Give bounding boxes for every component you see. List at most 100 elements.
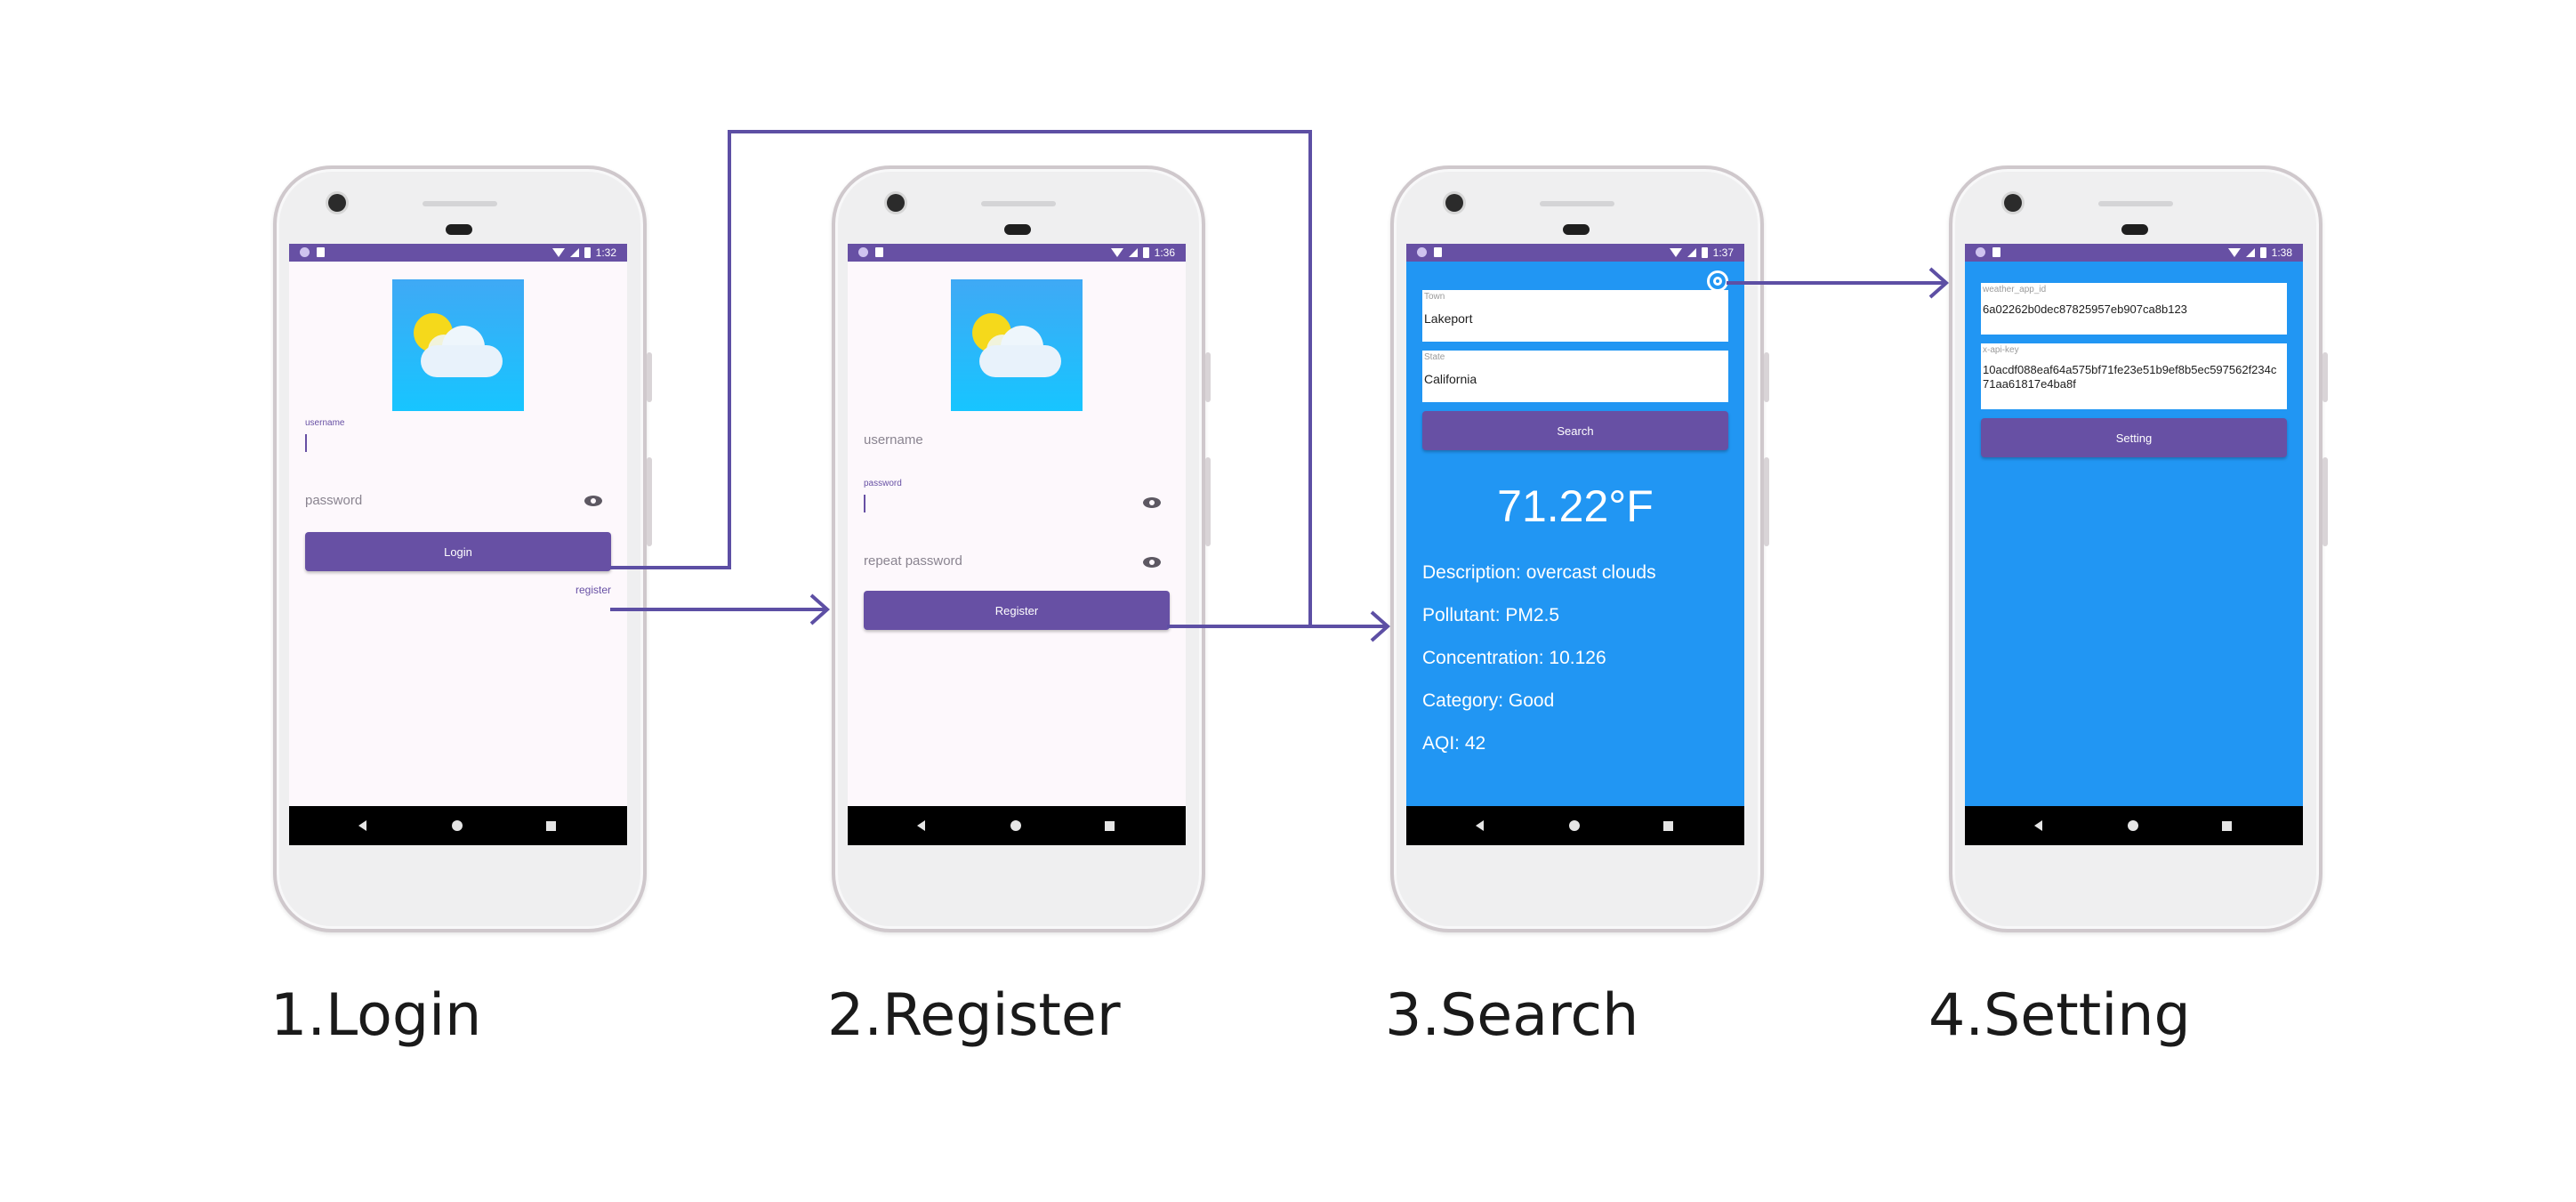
category-text: Category: Good bbox=[1422, 690, 1555, 711]
register-link[interactable]: register bbox=[576, 584, 611, 596]
signal-icon bbox=[569, 248, 579, 257]
earpiece-speaker bbox=[981, 201, 1056, 206]
home-icon[interactable] bbox=[1010, 820, 1021, 831]
arrowhead-search bbox=[1370, 610, 1391, 642]
wifi-icon bbox=[1110, 248, 1123, 257]
earpiece-speaker bbox=[2098, 201, 2173, 206]
concentration-text: Concentration: 10.126 bbox=[1422, 648, 1606, 668]
gear-icon[interactable] bbox=[1707, 270, 1728, 292]
recents-icon[interactable] bbox=[1663, 821, 1673, 831]
status-bar: 1:36 bbox=[848, 244, 1186, 262]
app-id-label: weather_app_id bbox=[1983, 285, 2047, 294]
circle-icon bbox=[858, 247, 868, 257]
front-camera bbox=[887, 194, 905, 212]
search-button[interactable]: Search bbox=[1422, 411, 1728, 450]
proximity-sensor bbox=[446, 224, 472, 235]
recents-icon[interactable] bbox=[1105, 821, 1115, 831]
login-button[interactable]: Login bbox=[305, 532, 611, 571]
status-time: 1:38 bbox=[2271, 246, 2292, 259]
setting-button[interactable]: Setting bbox=[1981, 418, 2287, 457]
status-time: 1:32 bbox=[595, 246, 616, 259]
phone-login: 1:32 username password Login register bbox=[273, 165, 652, 932]
earpiece-speaker bbox=[423, 201, 497, 206]
api-key-value: 10acdf088eaf64a575bf71fe23e51b9ef8b5ec59… bbox=[1983, 363, 2277, 391]
state-field[interactable]: State California bbox=[1422, 351, 1728, 402]
login-screen: 1:32 username password Login register bbox=[289, 244, 627, 845]
phone-search: 1:37 Town Lakeport State California Sear… bbox=[1390, 165, 1769, 932]
town-label: Town bbox=[1424, 292, 1445, 302]
setting-screen: 1:38 weather_app_id 6a02262b0dec87825957… bbox=[1965, 244, 2303, 845]
earpiece-speaker bbox=[1540, 201, 1614, 206]
step-label-register: 2.Register bbox=[827, 982, 1121, 1049]
state-label: State bbox=[1424, 352, 1445, 362]
repeat-password-input[interactable]: repeat password bbox=[864, 553, 962, 569]
back-icon[interactable] bbox=[2034, 820, 2042, 831]
description-text: Description: overcast clouds bbox=[1422, 562, 1656, 583]
password-input[interactable]: password bbox=[305, 493, 362, 508]
battery-icon bbox=[1142, 247, 1149, 258]
proximity-sensor bbox=[2121, 224, 2148, 235]
temperature-value: 71.22°F bbox=[1497, 481, 1654, 531]
home-icon[interactable] bbox=[2128, 820, 2138, 831]
status-time: 1:37 bbox=[1712, 246, 1734, 259]
front-camera bbox=[328, 194, 346, 212]
recents-icon[interactable] bbox=[2222, 821, 2232, 831]
back-icon[interactable] bbox=[358, 820, 366, 831]
status-bar: 1:37 bbox=[1406, 244, 1744, 262]
eye-icon[interactable] bbox=[1143, 557, 1161, 568]
eye-icon[interactable] bbox=[1143, 497, 1161, 508]
volume-button bbox=[647, 352, 652, 402]
back-icon[interactable] bbox=[1476, 820, 1484, 831]
app-id-field[interactable]: weather_app_id 6a02262b0dec87825957eb907… bbox=[1981, 283, 2287, 335]
navigation-bar bbox=[848, 806, 1186, 845]
phone-register: 1:36 username password repeat password R… bbox=[832, 165, 1211, 932]
circle-icon bbox=[1976, 247, 1985, 257]
wifi-icon bbox=[2227, 248, 2241, 257]
town-field[interactable]: Town Lakeport bbox=[1422, 290, 1728, 342]
password-label: password bbox=[864, 479, 902, 488]
eye-icon[interactable] bbox=[584, 496, 602, 506]
wifi-icon bbox=[1669, 248, 1682, 257]
circle-icon bbox=[300, 247, 310, 257]
username-input[interactable] bbox=[305, 434, 307, 452]
proximity-sensor bbox=[1563, 224, 1590, 235]
town-value: Lakeport bbox=[1424, 311, 1473, 326]
register-button[interactable]: Register bbox=[864, 591, 1170, 630]
step-label-setting: 4.Setting bbox=[1928, 982, 2191, 1049]
pollutant-text: Pollutant: PM2.5 bbox=[1422, 605, 1560, 625]
signal-icon bbox=[1686, 248, 1696, 257]
home-icon[interactable] bbox=[1569, 820, 1580, 831]
navigation-bar bbox=[1406, 806, 1744, 845]
status-bar: 1:32 bbox=[289, 244, 627, 262]
search-screen: 1:37 Town Lakeport State California Sear… bbox=[1406, 244, 1744, 845]
aqi-text: AQI: 42 bbox=[1422, 733, 1486, 754]
api-key-field[interactable]: x-api-key 10acdf088eaf64a575bf71fe23e51b… bbox=[1981, 343, 2287, 409]
step-label-login: 1.Login bbox=[270, 982, 482, 1049]
sd-card-icon bbox=[1992, 247, 2000, 257]
navigation-bar bbox=[289, 806, 627, 845]
power-button bbox=[2322, 457, 2328, 546]
recents-icon[interactable] bbox=[546, 821, 556, 831]
power-button bbox=[647, 457, 652, 546]
volume-button bbox=[1764, 352, 1769, 402]
arrowhead-register bbox=[809, 593, 831, 625]
weather-logo bbox=[392, 279, 524, 411]
status-bar: 1:38 bbox=[1965, 244, 2303, 262]
username-input[interactable]: username bbox=[864, 432, 923, 448]
wifi-icon bbox=[551, 248, 565, 257]
status-time: 1:36 bbox=[1154, 246, 1175, 259]
step-label-search: 3.Search bbox=[1385, 982, 1639, 1049]
sd-card-icon bbox=[875, 247, 883, 257]
battery-icon bbox=[584, 247, 591, 258]
password-input[interactable] bbox=[864, 495, 865, 512]
navigation-bar bbox=[1965, 806, 2303, 845]
api-key-label: x-api-key bbox=[1983, 345, 2019, 355]
battery-icon bbox=[1701, 247, 1708, 258]
state-value: California bbox=[1424, 372, 1477, 386]
signal-icon bbox=[2245, 248, 2255, 257]
sd-card-icon bbox=[317, 247, 325, 257]
username-label: username bbox=[305, 418, 345, 428]
arrowhead-setting bbox=[1928, 267, 1950, 299]
back-icon[interactable] bbox=[917, 820, 925, 831]
home-icon[interactable] bbox=[452, 820, 463, 831]
